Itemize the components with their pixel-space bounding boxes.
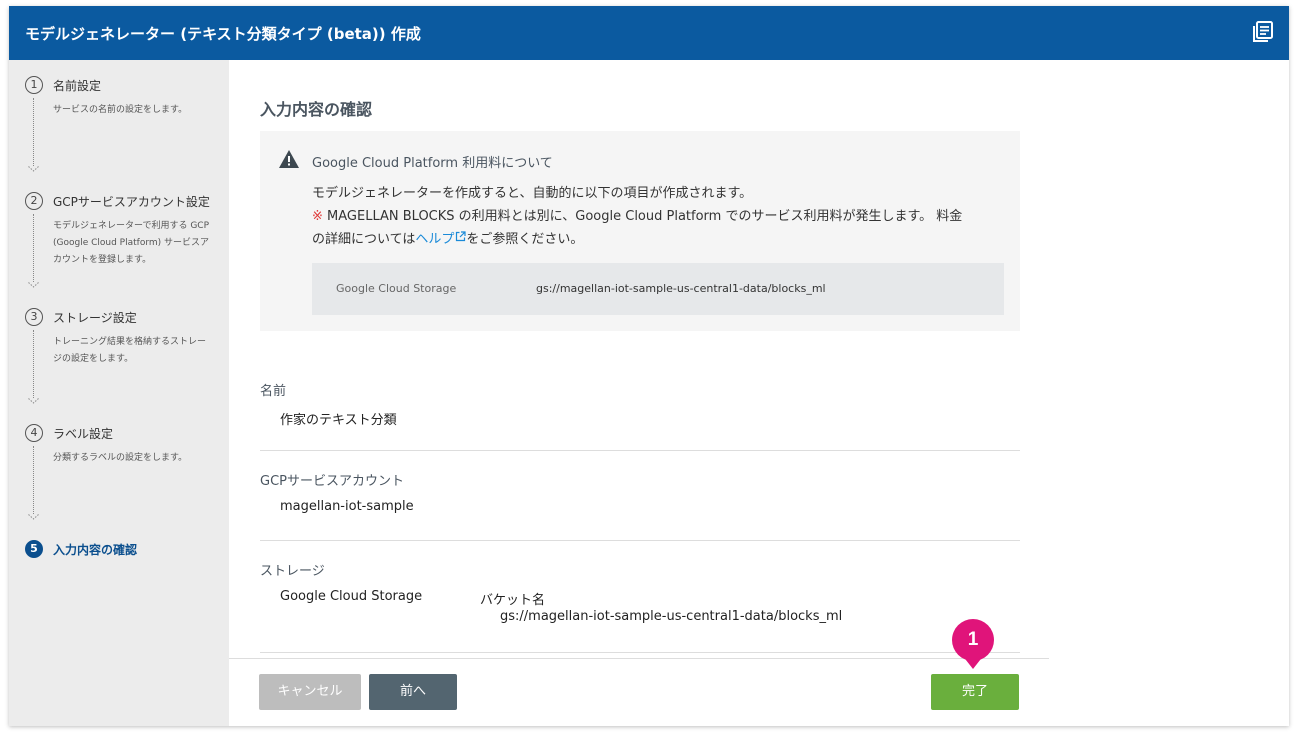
chevron-down-icon xyxy=(28,514,39,520)
previous-button[interactable]: 前へ xyxy=(369,674,457,710)
page-title: 入力内容の確認 xyxy=(260,100,373,119)
step-number: 4 xyxy=(25,424,43,442)
finish-button[interactable]: 完了 xyxy=(931,674,1019,710)
field-value: Google Cloud Storage xyxy=(280,589,423,604)
notice-fee-warning: ※ MAGELLAN BLOCKS の利用料とは別に、Google Cloud … xyxy=(312,205,962,224)
resource-path: gs://magellan-iot-sample-us-central1-dat… xyxy=(536,282,826,295)
step-label: 入力内容の確認 xyxy=(53,543,138,557)
resource-type: Google Cloud Storage xyxy=(336,282,457,295)
step-label: GCPサービスアカウント設定 xyxy=(53,195,210,209)
notice-help-pre: の詳細については xyxy=(312,232,416,247)
field-storage: ストレージ Google Cloud Storage バケット名 gs://ma… xyxy=(260,560,1020,653)
step-connector xyxy=(33,446,34,514)
bucket-label: バケット名 xyxy=(480,593,546,608)
warning-mark: ※ xyxy=(312,209,323,224)
step-label: 名前設定 xyxy=(53,79,102,93)
step-description: モデルジェネレーターで利用する GCP (Google Cloud Platfo… xyxy=(53,221,210,265)
wizard-step-confirm[interactable]: 5 入力内容の確認 xyxy=(25,540,225,564)
warning-icon xyxy=(279,150,299,168)
window-title: モデルジェネレーター (テキスト分類タイプ (beta)) 作成 xyxy=(25,25,421,43)
divider xyxy=(260,540,1020,541)
wizard-step-name[interactable]: 1 名前設定 サービスの名前の設定をします。 xyxy=(25,76,225,176)
notice-help-post: をご参照ください。 xyxy=(466,232,584,247)
cancel-button[interactable]: キャンセル xyxy=(259,674,361,710)
notice-text: モデルジェネレーターを作成すると、自動的に以下の項目が作成されます。 xyxy=(312,186,753,201)
action-bar: キャンセル 前へ 完了 xyxy=(229,658,1049,726)
field-label: GCPサービスアカウント xyxy=(260,474,404,489)
notice-help-line: の詳細についてはヘルプ をご参照ください。 xyxy=(312,228,583,247)
wizard-step-gcp-account[interactable]: 2 GCPサービスアカウント設定 モデルジェネレーターで利用する GCP (Go… xyxy=(25,192,225,292)
external-link-icon[interactable] xyxy=(455,231,466,242)
divider xyxy=(260,450,1020,451)
step-description: 分類するラベルの設定をします。 xyxy=(53,453,188,463)
title-bar: モデルジェネレーター (テキスト分類タイプ (beta)) 作成 xyxy=(9,6,1289,60)
chevron-down-icon xyxy=(28,282,39,288)
field-value: 作家のテキスト分類 xyxy=(280,413,397,428)
step-number: 5 xyxy=(25,540,43,558)
bucket-value: gs://magellan-iot-sample-us-central1-dat… xyxy=(500,609,843,624)
step-number: 3 xyxy=(25,308,43,326)
step-label: ラベル設定 xyxy=(53,427,114,441)
chevron-down-icon xyxy=(28,398,39,404)
help-link[interactable]: ヘルプ xyxy=(415,231,466,247)
wizard-step-storage[interactable]: 3 ストレージ設定 トレーニング結果を格納するストレージの設定をします。 xyxy=(25,308,225,408)
notice-title: Google Cloud Platform 利用料について xyxy=(312,156,553,171)
step-number: 1 xyxy=(25,76,43,94)
step-number: 2 xyxy=(25,192,43,210)
confirm-panel: 入力内容の確認 Google Cloud Platform 利用料について モデ… xyxy=(229,60,1289,658)
chevron-down-icon xyxy=(28,166,39,172)
step-description: サービスの名前の設定をします。 xyxy=(53,105,188,115)
help-link-label[interactable]: ヘルプ xyxy=(415,232,454,247)
step-connector xyxy=(33,214,34,282)
step-description: トレーニング結果を格納するストレージの設定をします。 xyxy=(53,337,207,364)
callout-number: 1 xyxy=(967,629,979,650)
document-list-icon[interactable] xyxy=(1251,20,1275,44)
field-label: 名前 xyxy=(260,384,287,399)
notice-fee-text: MAGELLAN BLOCKS の利用料とは別に、Google Cloud Pl… xyxy=(322,209,963,224)
step-connector xyxy=(33,330,34,398)
wizard-step-label[interactable]: 4 ラベル設定 分類するラベルの設定をします。 xyxy=(25,424,225,524)
field-gcp-account: GCPサービスアカウント magellan-iot-sample xyxy=(260,470,1020,541)
step-connector xyxy=(33,98,34,166)
field-label: ストレージ xyxy=(260,564,325,579)
divider xyxy=(260,652,1020,653)
created-resource-box: Google Cloud Storage gs://magellan-iot-s… xyxy=(312,263,1004,315)
cost-notice: Google Cloud Platform 利用料について モデルジェネレーター… xyxy=(260,131,1020,331)
dialog-window: モデルジェネレーター (テキスト分類タイプ (beta)) 作成 1 名前設定 … xyxy=(9,6,1289,726)
field-name: 名前 作家のテキスト分類 xyxy=(260,380,1020,451)
wizard-sidebar: 1 名前設定 サービスの名前の設定をします。 2 GCPサービスアカウント設定 … xyxy=(9,60,229,726)
field-value: magellan-iot-sample xyxy=(280,499,414,514)
step-callout-badge: 1 xyxy=(950,617,996,671)
step-label: ストレージ設定 xyxy=(53,311,137,325)
